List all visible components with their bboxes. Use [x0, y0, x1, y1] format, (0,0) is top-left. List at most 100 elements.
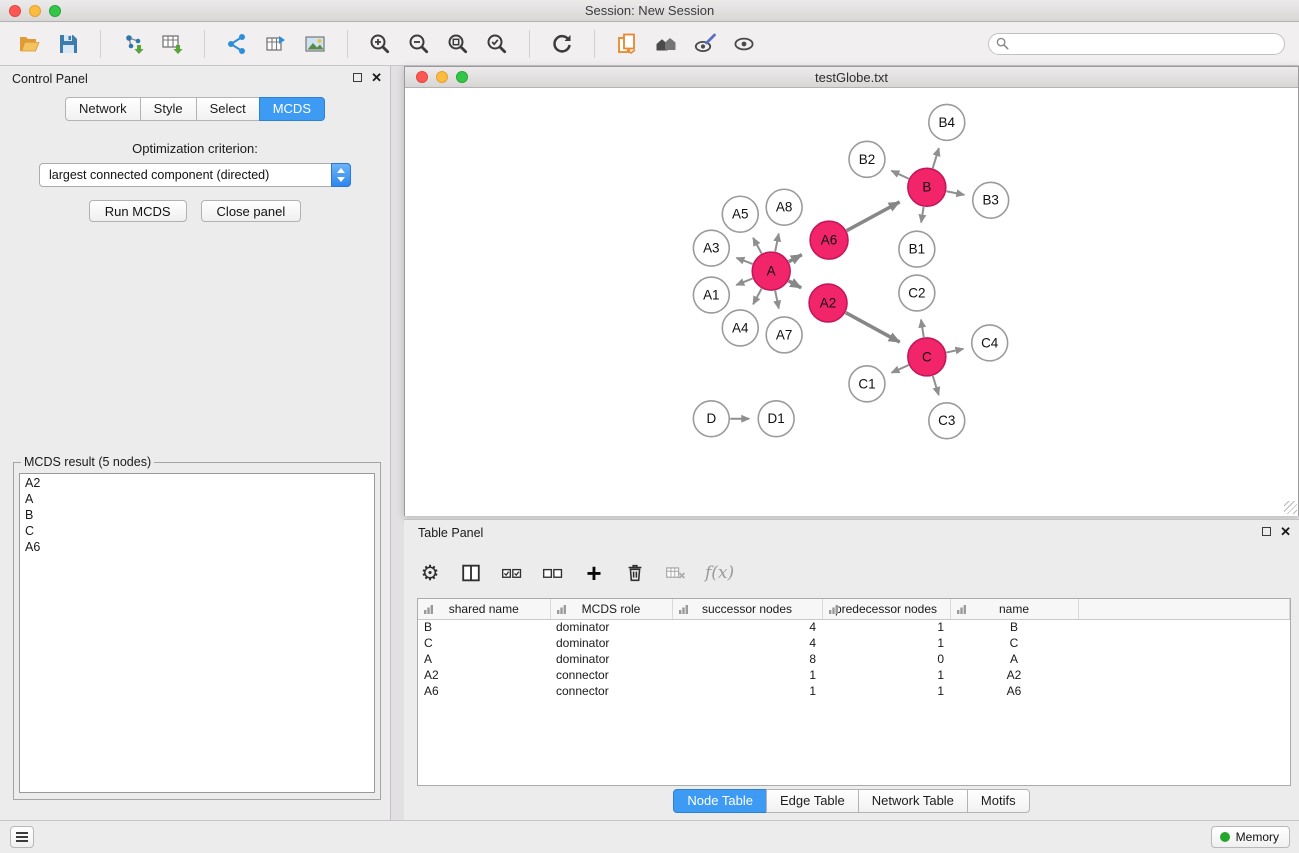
mcds-result-item[interactable]: A6	[20, 539, 374, 555]
graph-edge-A-A3[interactable]	[736, 258, 752, 264]
graph-edge-A-A6[interactable]	[789, 255, 802, 262]
close-panel-button[interactable]: Close panel	[201, 200, 302, 222]
graph-node-D[interactable]: D	[693, 401, 729, 437]
graph-edge-C-C4[interactable]	[946, 349, 963, 353]
network-window-titlebar[interactable]: testGlobe.txt	[405, 67, 1298, 88]
tab-edge-table[interactable]: Edge Table	[766, 789, 859, 813]
resize-handle[interactable]	[1284, 501, 1297, 514]
table-row[interactable]: Bdominator41B	[418, 619, 1290, 635]
zoom-out-button[interactable]	[404, 29, 434, 59]
mcds-result-item[interactable]: B	[20, 507, 374, 523]
column-header-successor-nodes[interactable]: successor nodes	[672, 599, 822, 619]
table-row[interactable]: A2connector11A2	[418, 667, 1290, 683]
close-table-panel-icon[interactable]: ✕	[1280, 526, 1291, 537]
tab-network-table[interactable]: Network Table	[858, 789, 968, 813]
tab-style[interactable]: Style	[140, 97, 197, 121]
add-row-button[interactable]: +	[582, 560, 606, 586]
graph-edge-B-B2[interactable]	[891, 171, 908, 179]
graph-node-A1[interactable]: A1	[693, 277, 729, 313]
columns-button[interactable]	[459, 560, 483, 586]
graph-node-B[interactable]: B	[908, 168, 946, 206]
graph-node-C4[interactable]: C4	[972, 325, 1008, 361]
search-input[interactable]	[988, 33, 1285, 55]
tab-node-table[interactable]: Node Table	[673, 789, 767, 813]
tab-select[interactable]: Select	[196, 97, 260, 121]
table-row[interactable]: A6connector11A6	[418, 683, 1290, 699]
graph-node-C1[interactable]: C1	[849, 366, 885, 402]
graph-edge-B-B1[interactable]	[921, 207, 923, 223]
optimization-criterion-dropdown[interactable]: largest connected component (directed)	[39, 163, 351, 187]
network-canvas[interactable]: B4 B2 B B3 A8A5 A6 B1 A3 A C2 A1 A2 A4A7 C4 C C1 C3 D D1	[405, 88, 1298, 516]
graph-node-D1[interactable]: D1	[758, 401, 794, 437]
graph-edge-C-C2[interactable]	[921, 320, 924, 337]
column-header-name[interactable]: name	[950, 599, 1078, 619]
export-table-button[interactable]	[261, 29, 291, 59]
graph-edge-A-A8[interactable]	[775, 234, 779, 252]
graph-edge-A-A4[interactable]	[753, 289, 761, 305]
graph-node-C3[interactable]: C3	[929, 403, 965, 439]
graph-edge-A-A5[interactable]	[753, 238, 761, 254]
column-header-predecessor-nodes[interactable]: predecessor nodes	[822, 599, 950, 619]
table-row[interactable]: Cdominator41C	[418, 635, 1290, 651]
double-home-button[interactable]	[651, 29, 681, 59]
mcds-result-item[interactable]: A2	[20, 475, 374, 491]
delete-row-button[interactable]	[623, 560, 647, 586]
graph-node-A3[interactable]: A3	[693, 230, 729, 266]
float-panel-icon[interactable]	[353, 73, 362, 82]
deselect-all-button[interactable]	[541, 560, 565, 586]
graph-edge-C-C3[interactable]	[933, 376, 939, 395]
tab-motifs[interactable]: Motifs	[967, 789, 1030, 813]
mcds-result-item[interactable]: A	[20, 491, 374, 507]
graph-edge-B-B4[interactable]	[933, 148, 939, 168]
column-header-shared-name[interactable]: shared name	[418, 599, 550, 619]
table-row[interactable]: Adominator80A	[418, 651, 1290, 667]
delete-table-button[interactable]	[664, 560, 688, 586]
zoom-fit-button[interactable]	[443, 29, 473, 59]
tab-mcds[interactable]: MCDS	[259, 97, 325, 121]
graph-node-A7[interactable]: A7	[766, 317, 802, 353]
eye-button[interactable]	[729, 29, 759, 59]
graph-node-B2[interactable]: B2	[849, 141, 885, 177]
mcds-result-list[interactable]: A2ABCA6	[19, 473, 375, 793]
export-image-button[interactable]	[300, 29, 330, 59]
graph-edge-A2-C[interactable]	[846, 313, 900, 343]
gear-button[interactable]: ⚙	[418, 560, 442, 586]
graph-node-B4[interactable]: B4	[929, 104, 965, 140]
graph-edge-A-A1[interactable]	[736, 278, 752, 285]
select-all-button[interactable]	[500, 560, 524, 586]
zoom-selected-button[interactable]	[482, 29, 512, 59]
graph-node-A4[interactable]: A4	[722, 310, 758, 346]
zoom-in-button[interactable]	[365, 29, 395, 59]
memory-button[interactable]: Memory	[1211, 826, 1290, 848]
graph-node-C[interactable]: C	[908, 338, 946, 376]
column-header-mcds-role[interactable]: MCDS role	[550, 599, 672, 619]
graph-node-A2[interactable]: A2	[809, 284, 847, 322]
graph-node-C2[interactable]: C2	[899, 275, 935, 311]
graph-node-B1[interactable]: B1	[899, 231, 935, 267]
float-table-panel-icon[interactable]	[1262, 527, 1271, 536]
open-button[interactable]	[14, 29, 44, 59]
tab-network[interactable]: Network	[65, 97, 141, 121]
graph-edge-A-A2[interactable]	[789, 281, 802, 288]
save-button[interactable]	[53, 29, 83, 59]
graph-node-A5[interactable]: A5	[722, 196, 758, 232]
graph-edge-A6-B[interactable]	[847, 202, 900, 231]
share-network-button[interactable]	[222, 29, 252, 59]
mcds-result-item[interactable]: C	[20, 523, 374, 539]
run-mcds-button[interactable]: Run MCDS	[89, 200, 187, 222]
graph-edge-B-B3[interactable]	[946, 191, 964, 195]
panel-selector-button[interactable]	[10, 826, 34, 848]
duplicate-network-button[interactable]	[612, 29, 642, 59]
graph-edge-A-A7[interactable]	[775, 291, 779, 309]
annotate-eye-button[interactable]	[690, 29, 720, 59]
graph-node-B3[interactable]: B3	[973, 182, 1009, 218]
refresh-button[interactable]	[547, 29, 577, 59]
graph-node-A[interactable]: A	[752, 252, 790, 290]
graph-node-A6[interactable]: A6	[810, 221, 848, 259]
import-network-button[interactable]	[118, 29, 148, 59]
close-panel-icon[interactable]: ✕	[371, 72, 382, 83]
import-table-button[interactable]	[157, 29, 187, 59]
graph-node-A8[interactable]: A8	[766, 189, 802, 225]
graph-edge-C-C1[interactable]	[892, 365, 909, 373]
function-builder-button[interactable]: f(x)	[705, 560, 734, 586]
